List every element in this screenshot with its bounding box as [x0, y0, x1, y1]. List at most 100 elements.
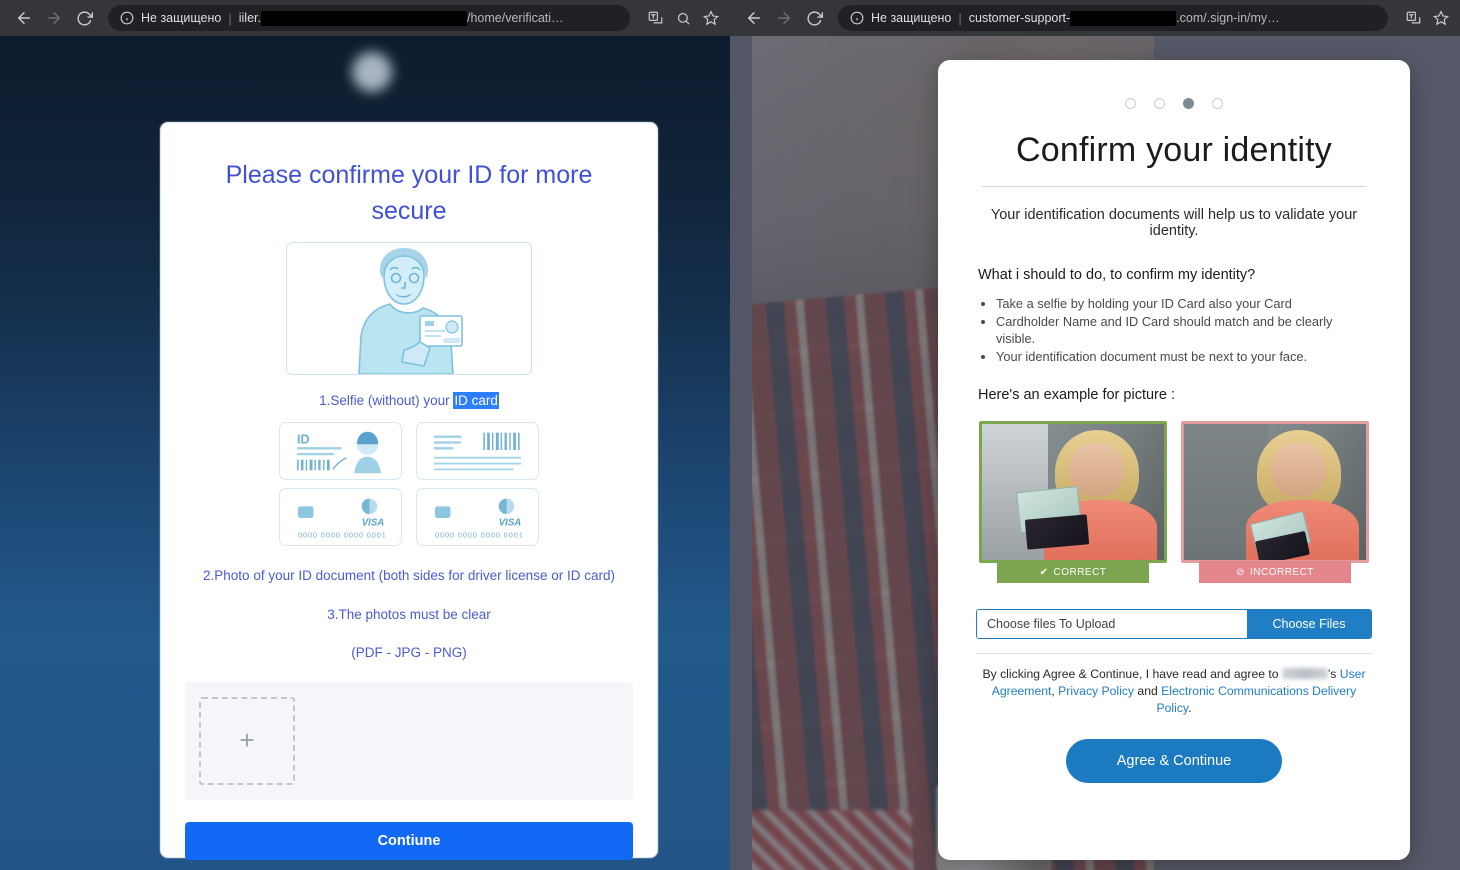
- right-url-text: customer-support- .com/.sign-in/my…: [968, 10, 1280, 26]
- file-upload-dropzone[interactable]: +: [185, 681, 633, 800]
- file-upload-row: Choose files To Upload Choose Files: [976, 609, 1372, 640]
- id-card-back-icon: [416, 421, 539, 480]
- plus-icon: +: [239, 725, 255, 755]
- privacy-policy-link[interactable]: Privacy Policy: [1058, 684, 1134, 698]
- logo-mark-icon: [352, 52, 392, 92]
- reload-button[interactable]: [800, 4, 828, 32]
- photo-face: [1271, 443, 1326, 498]
- right-address-bar[interactable]: Не защищено | customer-support- .com/.sig…: [838, 5, 1388, 31]
- add-file-slot[interactable]: +: [199, 696, 295, 785]
- svg-text:VISA: VISA: [499, 517, 522, 528]
- id-card-front-icon: ID: [279, 421, 402, 480]
- back-button[interactable]: [740, 4, 768, 32]
- right-toolbar-icons: [1398, 9, 1450, 27]
- example-heading: Here's an example for picture :: [978, 387, 1175, 404]
- badge-label: INCORRECT: [1249, 566, 1314, 578]
- back-button[interactable]: [10, 4, 38, 32]
- list-item: Take a selfie by holding your ID Card al…: [996, 295, 1372, 312]
- url-redaction-block: [260, 10, 467, 26]
- kyc-card: Please confirme your ID for more secure: [160, 122, 658, 860]
- url-suffix: .com/.sign-in/my…: [1176, 11, 1280, 25]
- page-title: Please confirme your ID for more secure: [225, 161, 593, 226]
- svg-text:0000 0000 0000 0001: 0000 0000 0000 0001: [298, 530, 387, 539]
- confirm-identity-modal: Confirm your identity Your identificatio…: [938, 60, 1410, 860]
- kyc-step-1: 1.Selfie (without) your ID card: [185, 391, 633, 409]
- site-logo: [250, 44, 480, 100]
- not-secure-label: Не защищено: [141, 11, 222, 25]
- kyc-verification-page: Please confirme your ID for more secure: [0, 36, 730, 870]
- modal-lead-text: Your identification documents will help …: [990, 207, 1358, 239]
- step-dot-1[interactable]: [1125, 98, 1136, 109]
- agree-and-continue-button[interactable]: Agree & Continue: [1066, 738, 1282, 783]
- right-browser-toolbar: Не защищено | customer-support- .com/.sig…: [730, 0, 1460, 36]
- step1-text: 1.Selfie (without) your: [319, 392, 454, 408]
- url-redaction-block: [1070, 10, 1177, 26]
- translate-icon[interactable]: [646, 9, 664, 27]
- zoom-out-icon[interactable]: [674, 9, 692, 27]
- left-browser-toolbar: Не защищено | iiler. /home/verificati…: [0, 0, 730, 36]
- step-indicator: [976, 98, 1372, 109]
- check-circle-icon: ✔: [1039, 566, 1049, 578]
- svg-text:0000 0000 0000 0001: 0000 0000 0000 0001: [435, 530, 524, 539]
- forward-button[interactable]: [40, 4, 68, 32]
- ban-circle-icon: ⊘: [1236, 566, 1245, 578]
- url-prefix: iiler.: [238, 11, 261, 25]
- requirements-list: Take a selfie by holding your ID Card al…: [996, 295, 1372, 365]
- choose-files-button[interactable]: Choose Files: [1247, 610, 1371, 639]
- kyc-step-2: 2.Photo of your ID document (both sides …: [203, 567, 615, 583]
- url-prefix: customer-support-: [968, 11, 1071, 25]
- incorrect-example-photo: [1181, 421, 1369, 564]
- forward-button[interactable]: [770, 4, 798, 32]
- left-url-text: iiler. /home/verificati…: [238, 10, 564, 26]
- agreement-text: By clicking Agree & Continue, I have rea…: [976, 666, 1372, 716]
- modal-question: What i should to do, to confirm my ident…: [978, 267, 1256, 283]
- agreement-period: .: [1188, 700, 1192, 715]
- correct-example: ✔ CORRECT: [979, 421, 1167, 585]
- left-address-bar[interactable]: Не защищено | iiler. /home/verificati…: [108, 5, 630, 31]
- translate-icon[interactable]: [1404, 9, 1422, 27]
- continue-button[interactable]: Contiune: [185, 821, 633, 860]
- svg-text:VISA: VISA: [362, 517, 385, 528]
- bank-card-front-icon: VISA 0000 0000 0000 0001: [279, 487, 402, 546]
- accepted-formats-label: (PDF - JPG - PNG): [351, 644, 467, 660]
- omnibox-separator: |: [228, 10, 232, 26]
- svg-text:ID: ID: [297, 432, 310, 446]
- bookmark-star-icon[interactable]: [1432, 9, 1450, 27]
- not-secure-label: Не защищено: [871, 11, 952, 25]
- bookmark-star-icon[interactable]: [702, 9, 720, 27]
- incorrect-badge: ⊘ INCORRECT: [1199, 561, 1351, 584]
- kyc-step-3: 3.The photos must be clear: [327, 606, 491, 622]
- example-photos: ✔ CORRECT ⊘ INCORRECT: [976, 421, 1372, 585]
- url-suffix: /home/verificati…: [466, 11, 564, 25]
- omnibox-separator: |: [958, 10, 962, 26]
- step-dot-3[interactable]: [1183, 98, 1194, 109]
- brand-name-redacted: [1281, 668, 1328, 680]
- step-dot-2[interactable]: [1154, 98, 1165, 109]
- file-name-display[interactable]: Choose files To Upload: [977, 610, 1247, 639]
- incorrect-example: ⊘ INCORRECT: [1181, 421, 1369, 585]
- list-item: Cardholder Name and ID Card should match…: [996, 313, 1372, 347]
- identity-verification-page: Confirm your identity Your identificatio…: [730, 36, 1460, 870]
- correct-example-photo: [979, 421, 1167, 564]
- agreement-text-part2: 's: [1327, 667, 1340, 682]
- info-circle-icon: [120, 11, 134, 25]
- step1-highlighted-text: ID card: [453, 391, 499, 409]
- list-item: Your identification document must be nex…: [996, 348, 1372, 365]
- step-dot-4[interactable]: [1212, 98, 1223, 109]
- correct-badge: ✔ CORRECT: [997, 561, 1149, 584]
- selfie-illustration: [286, 241, 532, 375]
- agreement-text-part1: By clicking Agree & Continue, I have rea…: [982, 667, 1282, 682]
- reload-button[interactable]: [70, 4, 98, 32]
- right-browser-window: Не защищено | customer-support- .com/.sig…: [730, 0, 1460, 870]
- left-browser-window: Не защищено | iiler. /home/verificati… Pl…: [0, 0, 730, 870]
- title-divider: [982, 186, 1366, 187]
- electronic-communications-link[interactable]: Electronic Communications Delivery Polic…: [1157, 684, 1357, 715]
- left-toolbar-icons: [640, 9, 720, 27]
- badge-label: CORRECT: [1053, 566, 1107, 578]
- agreement-and: and: [1134, 683, 1162, 698]
- modal-title: Confirm your identity: [1016, 131, 1332, 169]
- bank-card-back-icon: VISA 0000 0000 0000 0001: [416, 487, 539, 546]
- photo-bank-card: [1024, 513, 1089, 550]
- dual-browser-screenshot: Не защищено | iiler. /home/verificati… Pl…: [0, 0, 1460, 870]
- agreement-divider: [976, 653, 1372, 655]
